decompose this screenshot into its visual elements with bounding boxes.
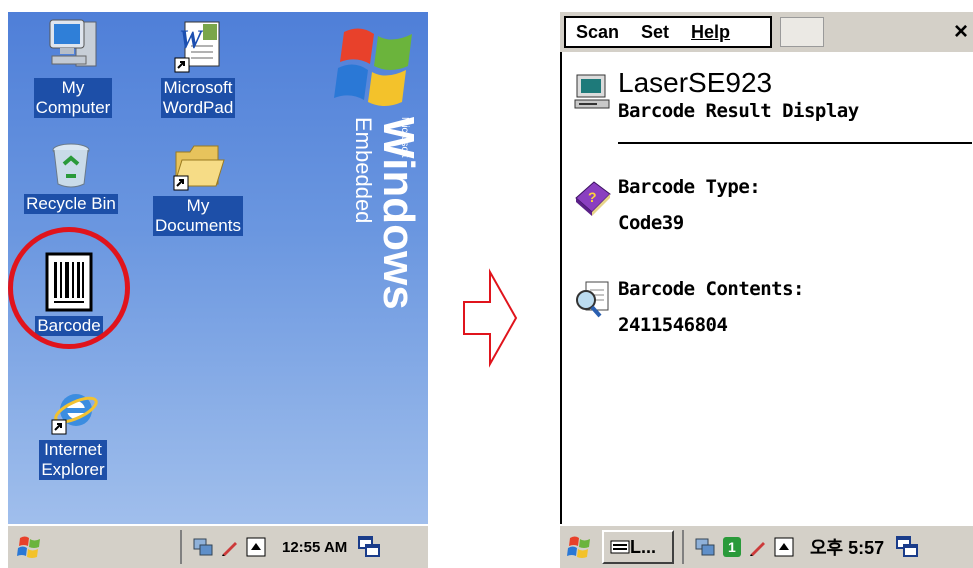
toolbar-blank-button[interactable] [780,17,824,47]
pen-input-icon[interactable] [748,537,768,557]
menu-help[interactable]: Help [691,22,730,43]
taskbar-clock[interactable]: 오후 5:57 [810,534,884,560]
desktop-screen: My Computer W Microsoft WordPad Recycle [8,12,428,568]
desktop-switch-icon[interactable] [896,536,919,558]
system-tray: 1 오후 5:57 [682,530,972,564]
svg-text:?: ? [588,189,597,205]
desktop-icon-label: My Computer [33,78,113,118]
app-title: LaserSE923 [618,67,773,98]
my-computer-icon [49,19,97,67]
keyboard-icon [610,540,630,554]
help-book-icon: ? [575,181,611,216]
windows-flag-logo [334,28,412,106]
wordpad-icon: W [174,21,220,73]
folder-icon [173,145,225,191]
desktop-icon-my-documents[interactable]: My Documents [143,140,253,236]
desktop-icon-my-computer[interactable]: My Computer [18,18,128,118]
input-mode-badge-icon[interactable]: 1 [722,536,742,558]
menu-box: Scan Set Help [564,16,772,48]
desktop-icon-label: Internet Explorer [39,440,107,480]
menu-bar: Scan Set Help × [560,12,973,52]
barcode-type-value: Code39 [618,212,684,234]
input-panel-arrow-icon[interactable] [774,537,794,557]
windows-embedded-logo-text: Windows Embedded Microsoft [351,117,418,310]
svg-text:1: 1 [728,539,736,555]
start-button-icon[interactable] [566,534,594,560]
computer-icon [574,74,610,109]
desktop-icon-label: Microsoft WordPad [160,78,236,118]
result-panel: LaserSE923 Barcode Result Display ? Barc… [560,52,973,524]
desktop-icon-recycle-bin[interactable]: Recycle Bin [16,140,126,214]
network-icon[interactable] [192,537,214,557]
transition-arrow-icon [463,268,518,368]
network-icon[interactable] [694,537,716,557]
svg-text:W: W [179,25,204,54]
taskbar-clock[interactable]: 12:55 AM [282,539,347,556]
barcode-type-label: Barcode Type: [618,176,761,198]
taskbar-app-button[interactable]: L... [602,530,674,564]
menu-scan[interactable]: Scan [576,22,619,43]
barcode-contents-value: 2411546804 [618,314,728,336]
barcode-app-screen: Scan Set Help × LaserSE923 Barcode Resul… [560,12,973,568]
menu-set[interactable]: Set [641,22,669,43]
app-subtitle: Barcode Result Display [618,100,859,122]
taskbar-app-label: L... [630,536,656,557]
close-button[interactable]: × [946,16,973,48]
desktop-switch-icon[interactable] [358,536,380,558]
desktop-icon-internet-explorer[interactable]: Internet Explorer [18,386,128,480]
document-search-icon [576,281,609,318]
desktop-icon-label: My Documents [153,196,243,236]
recycle-bin-icon [52,143,90,188]
desktop-icon-wordpad[interactable]: W Microsoft WordPad [143,18,253,118]
highlight-circle [8,227,130,349]
svg-text:Microsoft: Microsoft [399,117,410,158]
internet-explorer-icon [51,394,98,435]
desktop-icon-label: Recycle Bin [24,194,118,214]
taskbar: L... 1 오후 5:57 [560,524,973,568]
barcode-contents-label: Barcode Contents: [618,278,804,300]
pen-input-icon[interactable] [220,537,240,557]
input-panel-arrow-icon[interactable] [246,537,266,557]
system-tray: 12:55 AM [180,530,386,564]
svg-text:Embedded: Embedded [351,117,376,223]
start-button-icon[interactable] [16,534,44,560]
taskbar: 12:55 AM [8,524,428,568]
svg-text:Windows: Windows [374,117,418,310]
divider [618,142,972,144]
